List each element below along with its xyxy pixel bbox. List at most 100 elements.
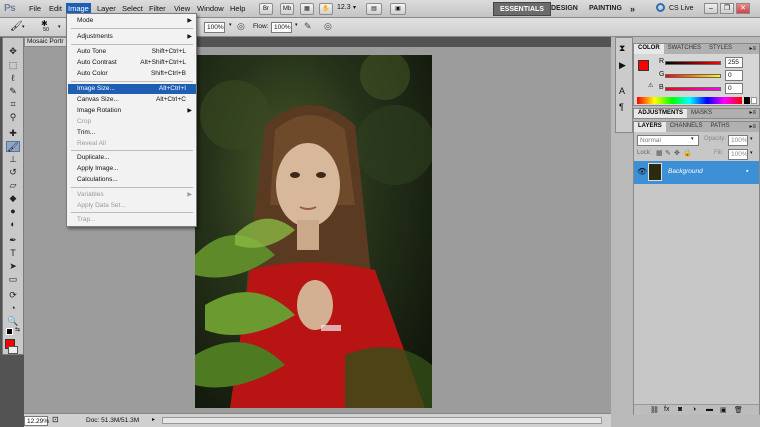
menu-item-auto-color[interactable]: Auto Color Shift+Ctrl+B [68, 69, 196, 79]
pen-tool-icon[interactable]: ✒ [6, 235, 20, 246]
cs-live-button[interactable]: CS Live [669, 5, 694, 12]
ramp-black-swatch[interactable] [744, 97, 750, 104]
zoom-level[interactable]: 12.3 [337, 4, 351, 11]
link-layers-icon[interactable]: ⛓ [650, 406, 659, 414]
menu-item-trim[interactable]: Trim... [68, 128, 196, 138]
lock-all-icon[interactable]: 🔒 [683, 149, 692, 157]
history-brush-tool-icon[interactable]: ↺ [6, 167, 20, 178]
healing-brush-tool-icon[interactable]: ✚ [6, 128, 20, 139]
channel-g-field[interactable]: 0 [725, 70, 743, 81]
status-menu-icon[interactable]: ▸ [152, 416, 155, 423]
3d-orbit-tool-icon[interactable]: ◔ [6, 303, 20, 314]
brush-size-value[interactable]: 50 [43, 27, 49, 33]
slider-g[interactable] [665, 74, 721, 78]
airbrush-icon[interactable]: ✎ [304, 21, 312, 32]
crop-tool-icon[interactable]: ⌗ [6, 99, 20, 110]
default-colors-icon[interactable] [6, 328, 13, 335]
layer-opacity-field[interactable]: 100% [728, 135, 748, 146]
eraser-tool-icon[interactable]: ▱ [6, 180, 20, 191]
close-icon[interactable]: ✕ [736, 3, 750, 14]
blend-mode-dropdown-icon[interactable]: ▾ [691, 136, 694, 142]
tab-color[interactable]: COLOR [634, 44, 664, 54]
3d-rotate-tool-icon[interactable]: ⟳ [6, 290, 20, 301]
history-panel-icon[interactable]: ⧗ [619, 43, 625, 54]
type-tool-icon[interactable]: T [6, 248, 20, 259]
blur-tool-icon[interactable]: ● [6, 206, 20, 217]
character-panel-icon[interactable]: A [619, 86, 625, 96]
menu-item-apply-image[interactable]: Apply Image... [68, 164, 196, 174]
slider-b[interactable] [665, 87, 721, 91]
minimize-icon[interactable]: – [704, 3, 718, 14]
ramp-white-swatch[interactable] [751, 97, 757, 104]
layer-name[interactable]: Background [668, 168, 703, 175]
brush-dropdown-icon[interactable]: ▾ [58, 24, 61, 30]
menu-item-image-rotation[interactable]: Image Rotation ▶ [68, 106, 196, 116]
flow-field[interactable]: 100% [271, 22, 292, 33]
delete-layer-icon[interactable]: 🗑 [734, 406, 743, 414]
workspace-design[interactable]: DESIGN [551, 2, 578, 16]
tool-preset-dropdown-icon[interactable]: ▾ [22, 24, 25, 30]
menu-item-image-size[interactable]: Image Size... Alt+Ctrl+I [68, 84, 196, 94]
tab-layers[interactable]: LAYERS [634, 122, 666, 132]
color-spectrum-ramp[interactable] [637, 97, 742, 104]
quick-mask-icon[interactable] [8, 346, 18, 354]
adjustments-panel-menu-icon[interactable]: ▸≡ [749, 109, 756, 116]
adjustment-layer-icon[interactable]: ◑ [692, 406, 696, 413]
fill-dropdown-icon[interactable]: ▾ [750, 150, 753, 156]
opacity-dropdown-icon[interactable]: ▾ [229, 22, 232, 28]
new-layer-icon[interactable]: ▣ [720, 406, 727, 414]
tab-masks[interactable]: MASKS [687, 109, 716, 118]
lock-pixels-icon[interactable]: ✎ [665, 149, 671, 157]
paragraph-panel-icon[interactable]: ¶ [619, 102, 624, 112]
quick-select-tool-icon[interactable]: ✎ [6, 86, 20, 97]
layers-panel-menu-icon[interactable]: ▸≡ [749, 123, 756, 130]
zoom-dropdown-icon[interactable]: ▾ [353, 4, 356, 11]
color-fg-swatch[interactable] [638, 60, 649, 71]
lock-transparency-icon[interactable]: ▦ [656, 149, 663, 157]
channel-r-field[interactable]: 255 [725, 57, 743, 68]
add-mask-icon[interactable]: ◙ [678, 406, 682, 413]
pressure-size-icon[interactable]: ◎ [324, 21, 332, 32]
brush-tool-icon[interactable]: 🖌 [10, 21, 23, 32]
slider-r[interactable] [665, 61, 721, 65]
workspace-painting[interactable]: PAINTING [589, 2, 622, 16]
out-of-gamut-warning-icon[interactable]: ⚠ [648, 82, 653, 89]
mini-bridge-icon[interactable]: Mb [280, 3, 294, 15]
restore-icon[interactable]: ❐ [720, 3, 734, 14]
layer-opacity-dropdown-icon[interactable]: ▾ [750, 136, 753, 142]
more-workspaces-icon[interactable]: » [630, 2, 635, 16]
layer-style-icon[interactable]: fx [664, 406, 669, 413]
tab-swatches[interactable]: SWATCHES [664, 44, 705, 54]
shape-tool-icon[interactable]: ▭ [6, 274, 20, 285]
marquee-tool-icon[interactable]: ⬚ [6, 60, 20, 71]
lasso-tool-icon[interactable]: ℓ [6, 73, 20, 84]
brush-tool-icon[interactable]: 🖌 [6, 141, 20, 152]
actions-panel-icon[interactable]: ▶ [619, 60, 626, 71]
blend-mode-select[interactable]: Normal [637, 135, 699, 146]
menu-file[interactable]: File [27, 3, 43, 14]
tab-paths[interactable]: PATHS [706, 122, 733, 132]
menu-item-calculations[interactable]: Calculations... [68, 175, 196, 185]
path-select-tool-icon[interactable]: ➤ [6, 261, 20, 272]
opacity-field[interactable]: 100% [204, 22, 225, 33]
pressure-opacity-icon[interactable]: ◎ [237, 21, 245, 32]
lock-position-icon[interactable]: ✥ [674, 149, 680, 157]
channel-b-field[interactable]: 0 [725, 83, 743, 94]
new-group-icon[interactable]: ▬ [706, 406, 713, 413]
bridge-icon[interactable]: Br [259, 3, 273, 15]
portrait-photo[interactable] [195, 55, 432, 408]
tab-adjustments[interactable]: ADJUSTMENTS [634, 109, 688, 118]
fill-field[interactable]: 100% [728, 149, 748, 160]
horizontal-scrollbar[interactable] [162, 417, 602, 424]
move-tool-icon[interactable]: ✥ [6, 46, 20, 57]
layer-visibility-eye-icon[interactable]: 👁 [637, 167, 647, 176]
tab-channels[interactable]: CHANNELS [666, 122, 707, 132]
clone-stamp-tool-icon[interactable]: ⊥ [6, 154, 20, 165]
color-panel-menu-icon[interactable]: ▸≡ [749, 45, 756, 52]
swap-colors-icon[interactable]: ⇆ [15, 326, 20, 333]
menu-item-canvas-size[interactable]: Canvas Size... Alt+Ctrl+C [68, 95, 196, 105]
menu-item-auto-contrast[interactable]: Auto Contrast Alt+Shift+Ctrl+L [68, 58, 196, 68]
menu-item-auto-tone[interactable]: Auto Tone Shift+Ctrl+L [68, 47, 196, 57]
paint-bucket-tool-icon[interactable]: ◆ [6, 193, 20, 204]
arrange-documents-icon[interactable]: ▤ [366, 3, 382, 15]
